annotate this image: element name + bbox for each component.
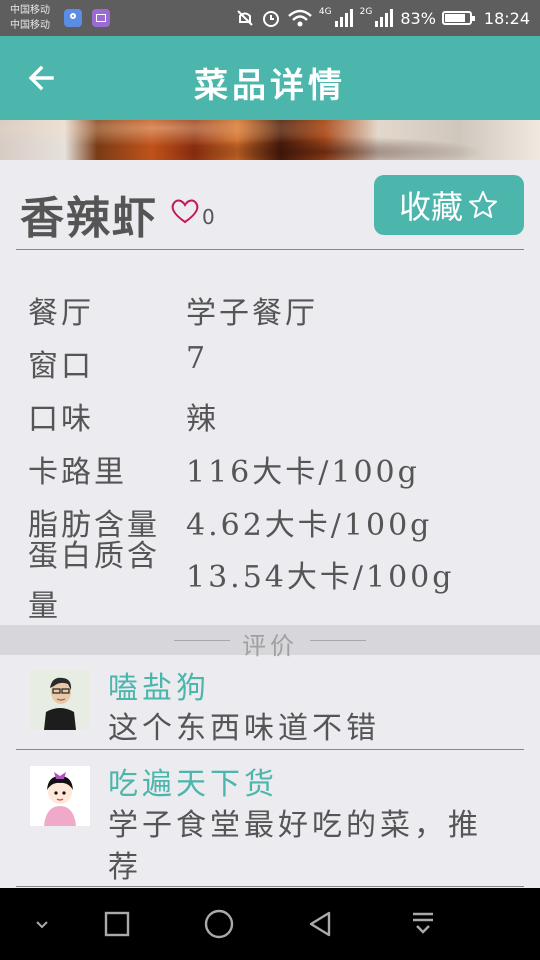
review-text-line1: 学子食堂最好吃的菜，推 — [108, 808, 482, 843]
review-divider-bottom — [16, 886, 524, 887]
gallery-app-icon — [92, 9, 110, 27]
info-value-window: 7 — [186, 341, 209, 376]
home-icon — [204, 909, 234, 939]
review-username: 吃遍天下货 — [108, 767, 278, 802]
network-2g-label: 2G — [359, 7, 373, 17]
back-icon — [309, 911, 331, 937]
title-divider — [16, 249, 524, 250]
clock: 18:24 — [483, 8, 530, 28]
info-label-restaurant: 餐厅 — [28, 296, 94, 331]
carrier-2: 中国移动 — [10, 20, 50, 31]
info-label-protein-line2: 量 — [28, 589, 61, 624]
avatar[interactable] — [30, 766, 90, 826]
heart-outline-icon — [171, 199, 199, 224]
system-nav-bar — [0, 888, 540, 960]
reviews-header-label: 评价 — [242, 632, 298, 660]
alarm-icon — [262, 11, 279, 27]
like-button[interactable]: 0 — [170, 197, 215, 229]
info-value-fat: 4.62大卡/100g — [186, 508, 433, 543]
page-title: 菜品详情 — [194, 66, 346, 106]
review-text-line2: 荐 — [108, 850, 142, 885]
location-app-icon — [64, 9, 82, 27]
info-value-restaurant: 学子餐厅 — [186, 296, 318, 331]
network-4g-label: 4G — [318, 7, 332, 17]
mute-icon — [237, 10, 253, 26]
carrier-1: 中国移动 — [10, 5, 50, 16]
avatar[interactable] — [30, 670, 90, 730]
signal-icon-1 — [334, 9, 353, 27]
status-icons: 4G 2G 83% 18:24 — [235, 0, 530, 36]
review-text: 学子食堂最好吃的菜，推 荐 — [108, 805, 518, 889]
info-label-protein-line1: 蛋白质含 — [28, 539, 160, 574]
notification-pull-icon — [413, 912, 433, 934]
info-label-taste: 口味 — [28, 402, 94, 437]
nav-collapse-button[interactable] — [22, 904, 62, 944]
wifi-icon — [288, 9, 312, 27]
reviews-header: 评价 — [0, 625, 540, 660]
battery-percent: 83% — [400, 8, 436, 28]
info-label-calories: 卡路里 — [28, 455, 127, 490]
info-value-taste: 辣 — [186, 402, 219, 437]
info-value-calories: 116大卡/100g — [186, 455, 420, 490]
battery-icon — [441, 11, 475, 25]
dish-photo — [0, 120, 540, 160]
nav-notifications-button[interactable] — [403, 904, 443, 944]
user-avatar-icon — [30, 766, 90, 826]
nav-home-button[interactable] — [199, 904, 239, 944]
info-label-protein: 蛋白质含 量 — [28, 531, 160, 625]
nav-recent-apps-button[interactable] — [97, 904, 137, 944]
review-username: 嗑盐狗 — [108, 671, 210, 706]
signal-icon-2 — [375, 9, 394, 27]
app-bar: 菜品详情 — [0, 36, 540, 120]
reviews-header-line-right — [310, 640, 366, 641]
carrier-info: 中国移动 中国移动 — [10, 3, 50, 33]
collect-button[interactable]: 收藏 — [374, 175, 524, 235]
chevron-down-icon — [36, 921, 48, 929]
review-text: 这个东西味道不错 — [108, 711, 380, 746]
recent-apps-icon — [104, 911, 130, 937]
review-divider — [16, 749, 524, 750]
info-value-protein: 13.54大卡/100g — [186, 560, 455, 595]
user-avatar-icon — [30, 670, 90, 730]
nav-back-button[interactable] — [301, 904, 341, 944]
collect-label: 收藏 — [398, 188, 463, 226]
status-bar: 中国移动 中国移动 4G 2G 83% 18:24 — [0, 0, 540, 36]
like-count: 0 — [202, 205, 215, 229]
star-outline-icon — [469, 191, 497, 218]
dish-name: 香辣虾 — [20, 193, 158, 244]
info-label-window: 窗口 — [28, 349, 94, 384]
